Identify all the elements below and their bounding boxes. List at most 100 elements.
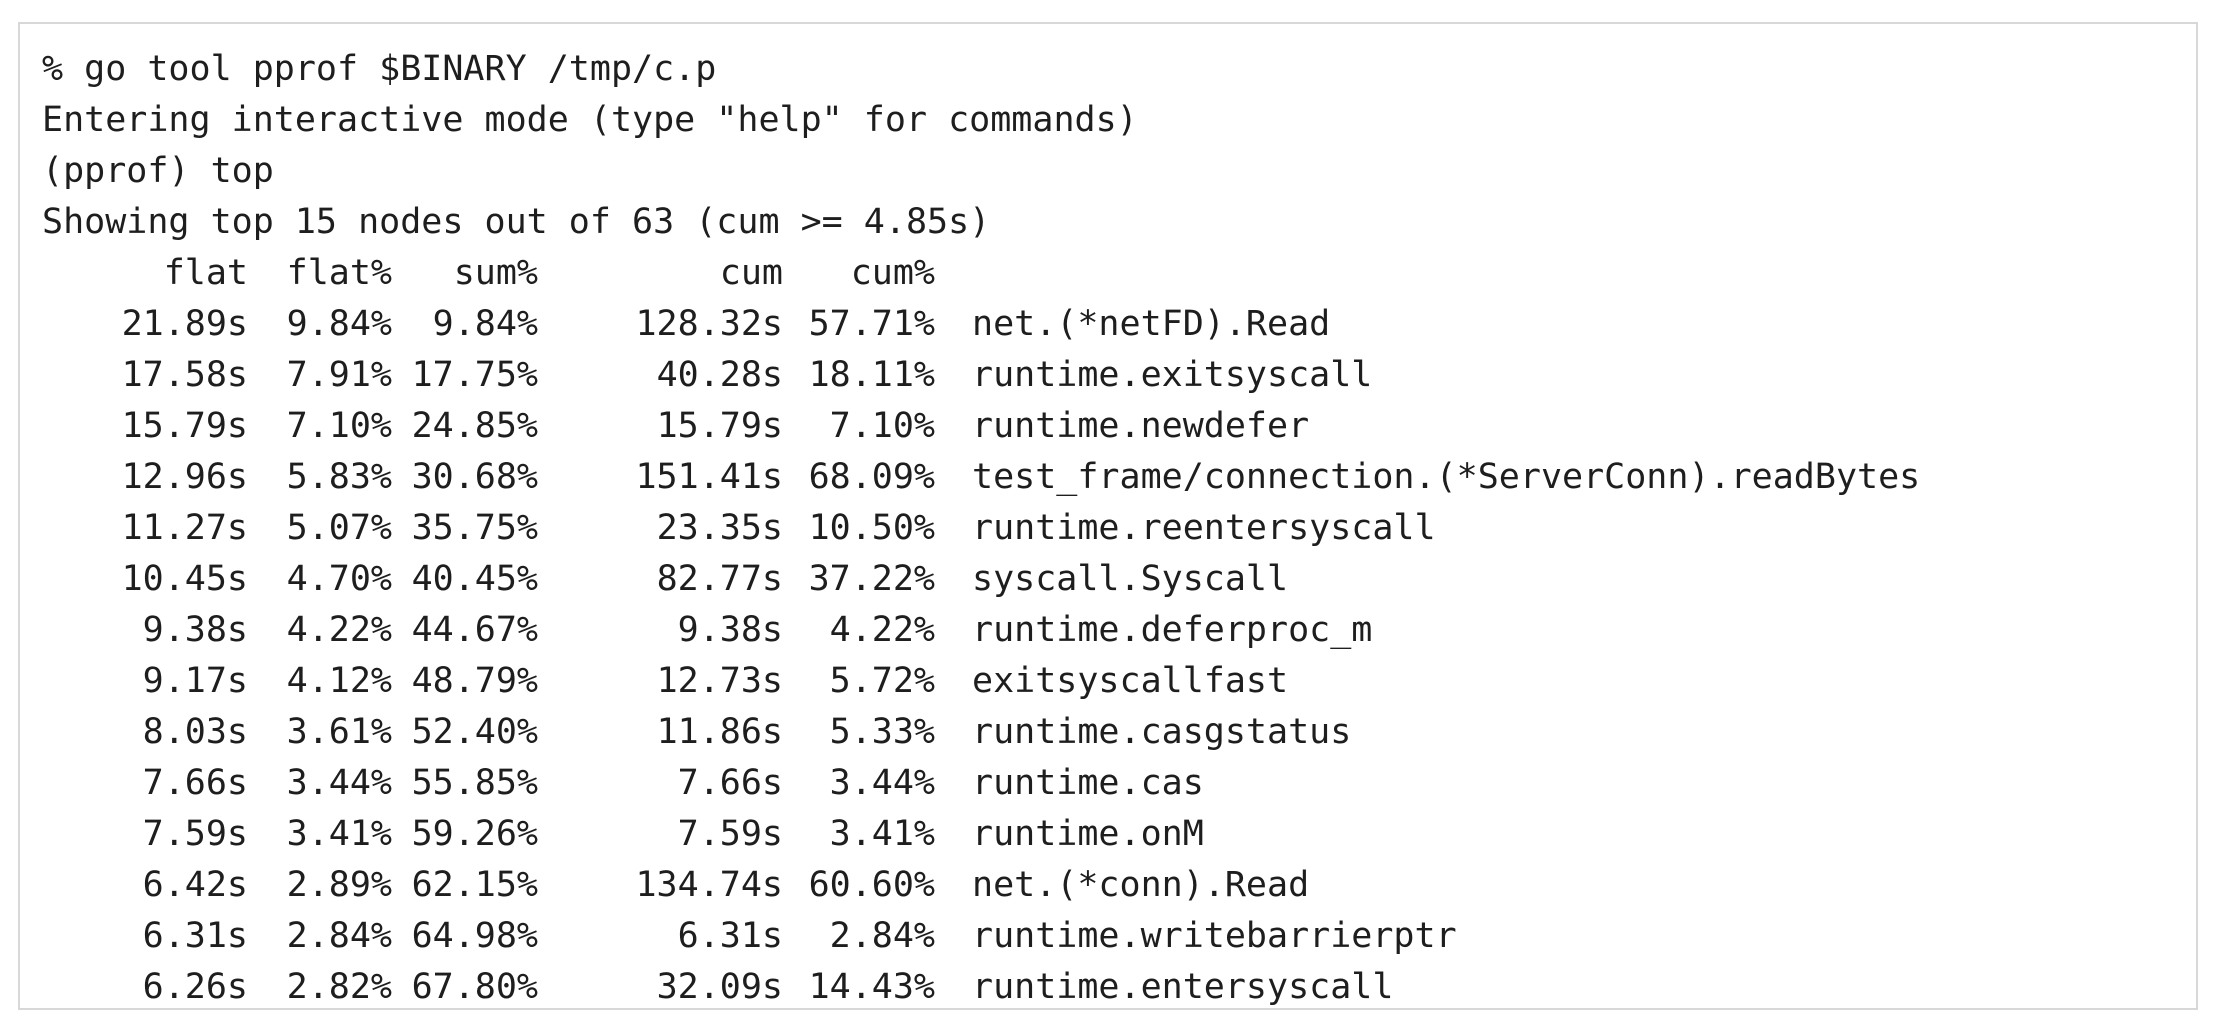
row-flat: 15.79s	[121, 406, 248, 446]
row-sum-percent: 24.85%	[411, 406, 538, 446]
row-function-name: runtime.writebarrierptr	[972, 916, 1457, 956]
row-flat: 9.38s	[142, 610, 248, 650]
row-flat: 17.58s	[121, 355, 248, 395]
row-flat: 11.27s	[121, 508, 248, 548]
header-flat-percent: flat%	[286, 253, 392, 293]
row-cum-percent: 60.60%	[808, 865, 935, 905]
row-cum-percent: 4.22%	[829, 610, 935, 650]
table-row: 6.31s 2.84% 64.98% 6.31s 2.84% runtime.writeb…	[20, 911, 2170, 962]
row-cum: 6.31s	[677, 916, 783, 956]
row-flat-percent: 9.84%	[286, 304, 392, 344]
table-row: 6.42s 2.89% 62.15% 134.74s 60.60% net.(*conn)…	[20, 860, 2170, 911]
row-cum: 32.09s	[656, 967, 783, 1007]
row-function-name: runtime.entersyscall	[972, 967, 1394, 1007]
table-row: 9.38s 4.22% 44.67% 9.38s 4.22% runtime.deferp…	[20, 605, 2170, 656]
row-flat: 21.89s	[121, 304, 248, 344]
row-cum-percent: 68.09%	[808, 457, 935, 497]
row-cum: 151.41s	[635, 457, 783, 497]
row-flat: 6.31s	[142, 916, 248, 956]
command-line: % go tool pprof $BINARY /tmp/c.p	[42, 49, 717, 89]
row-function-name: syscall.Syscall	[972, 559, 1289, 599]
table-row: 8.03s 3.61% 52.40% 11.86s 5.33% runtime.casgs…	[20, 707, 2170, 758]
table-row: 7.59s 3.41% 59.26% 7.59s 3.41% runtime.onM	[20, 809, 2170, 860]
row-cum-percent: 18.11%	[808, 355, 935, 395]
header-cum: cum	[719, 253, 783, 293]
row-flat-percent: 4.70%	[286, 559, 392, 599]
row-flat: 9.17s	[142, 661, 248, 701]
row-cum-percent: 5.72%	[829, 661, 935, 701]
table-header: flat flat% sum% cum cum%	[20, 248, 2170, 299]
row-cum: 11.86s	[656, 712, 783, 752]
row-sum-percent: 9.84%	[432, 304, 538, 344]
row-function-name: runtime.onM	[972, 814, 1204, 854]
row-flat-percent: 2.84%	[286, 916, 392, 956]
row-function-name: net.(*netFD).Read	[972, 304, 1331, 344]
row-cum-percent: 7.10%	[829, 406, 935, 446]
row-flat-percent: 2.89%	[286, 865, 392, 905]
row-sum-percent: 35.75%	[411, 508, 538, 548]
table-row: 17.58s 7.91% 17.75% 40.28s 18.11% runtime.exi…	[20, 350, 2170, 401]
row-sum-percent: 48.79%	[411, 661, 538, 701]
row-sum-percent: 64.98%	[411, 916, 538, 956]
header-cum-percent: cum%	[850, 253, 935, 293]
row-sum-percent: 44.67%	[411, 610, 538, 650]
row-sum-percent: 62.15%	[411, 865, 538, 905]
row-cum: 23.35s	[656, 508, 783, 548]
row-sum-percent: 30.68%	[411, 457, 538, 497]
row-cum: 40.28s	[656, 355, 783, 395]
row-flat-percent: 5.07%	[286, 508, 392, 548]
row-flat: 7.66s	[142, 763, 248, 803]
row-flat: 6.26s	[142, 967, 248, 1007]
row-cum: 9.38s	[677, 610, 783, 650]
row-flat-percent: 2.82%	[286, 967, 392, 1007]
row-flat-percent: 4.12%	[286, 661, 392, 701]
row-cum-percent: 2.84%	[829, 916, 935, 956]
terminal-output[interactable]: % go tool pprof $BINARY /tmp/c.p Enterin…	[18, 22, 2198, 1010]
row-sum-percent: 55.85%	[411, 763, 538, 803]
row-function-name: test_frame/connection.(*ServerConn).read…	[972, 457, 1921, 497]
row-flat-percent: 7.10%	[286, 406, 392, 446]
row-cum-percent: 3.41%	[829, 814, 935, 854]
header-sum-percent: sum%	[453, 253, 538, 293]
row-flat-percent: 5.83%	[286, 457, 392, 497]
row-flat: 10.45s	[121, 559, 248, 599]
row-function-name: runtime.exitsyscall	[972, 355, 1373, 395]
row-cum: 134.74s	[635, 865, 783, 905]
table-row: 9.17s 4.12% 48.79% 12.73s 5.72% exitsyscallfa…	[20, 656, 2170, 707]
row-cum: 128.32s	[635, 304, 783, 344]
row-cum-percent: 57.71%	[808, 304, 935, 344]
row-sum-percent: 40.45%	[411, 559, 538, 599]
table-row: 12.96s 5.83% 30.68% 151.41s 68.09% test_frame…	[20, 452, 2170, 503]
row-function-name: runtime.cas	[972, 763, 1204, 803]
table-row: 15.79s 7.10% 24.85% 15.79s 7.10% runtime.newd…	[20, 401, 2170, 452]
table-row: 11.27s 5.07% 35.75% 23.35s 10.50% runtime.ree…	[20, 503, 2170, 554]
row-function-name: exitsyscallfast	[972, 661, 1289, 701]
row-cum-percent: 5.33%	[829, 712, 935, 752]
row-sum-percent: 52.40%	[411, 712, 538, 752]
row-sum-percent: 59.26%	[411, 814, 538, 854]
interactive-mode-message: Entering interactive mode (type "help" f…	[42, 100, 1138, 140]
row-cum-percent: 10.50%	[808, 508, 935, 548]
row-flat: 8.03s	[142, 712, 248, 752]
row-function-name: runtime.casgstatus	[972, 712, 1352, 752]
row-function-name: net.(*conn).Read	[972, 865, 1310, 905]
row-flat: 6.42s	[142, 865, 248, 905]
row-flat: 12.96s	[121, 457, 248, 497]
row-sum-percent: 17.75%	[411, 355, 538, 395]
row-flat-percent: 3.44%	[286, 763, 392, 803]
header-flat: flat	[163, 253, 248, 293]
row-flat-percent: 3.61%	[286, 712, 392, 752]
row-cum: 15.79s	[656, 406, 783, 446]
row-function-name: runtime.deferproc_m	[972, 610, 1373, 650]
row-cum: 7.66s	[677, 763, 783, 803]
row-sum-percent: 67.80%	[411, 967, 538, 1007]
row-cum-percent: 14.43%	[808, 967, 935, 1007]
row-cum-percent: 37.22%	[808, 559, 935, 599]
row-cum: 12.73s	[656, 661, 783, 701]
row-cum-percent: 3.44%	[829, 763, 935, 803]
row-flat-percent: 4.22%	[286, 610, 392, 650]
table-row: 7.66s 3.44% 55.85% 7.66s 3.44% runtime.cas	[20, 758, 2170, 809]
row-flat-percent: 3.41%	[286, 814, 392, 854]
table-row: 6.26s 2.82% 67.80% 32.09s 14.43% runtime.ente…	[20, 962, 2170, 1013]
row-cum: 7.59s	[677, 814, 783, 854]
